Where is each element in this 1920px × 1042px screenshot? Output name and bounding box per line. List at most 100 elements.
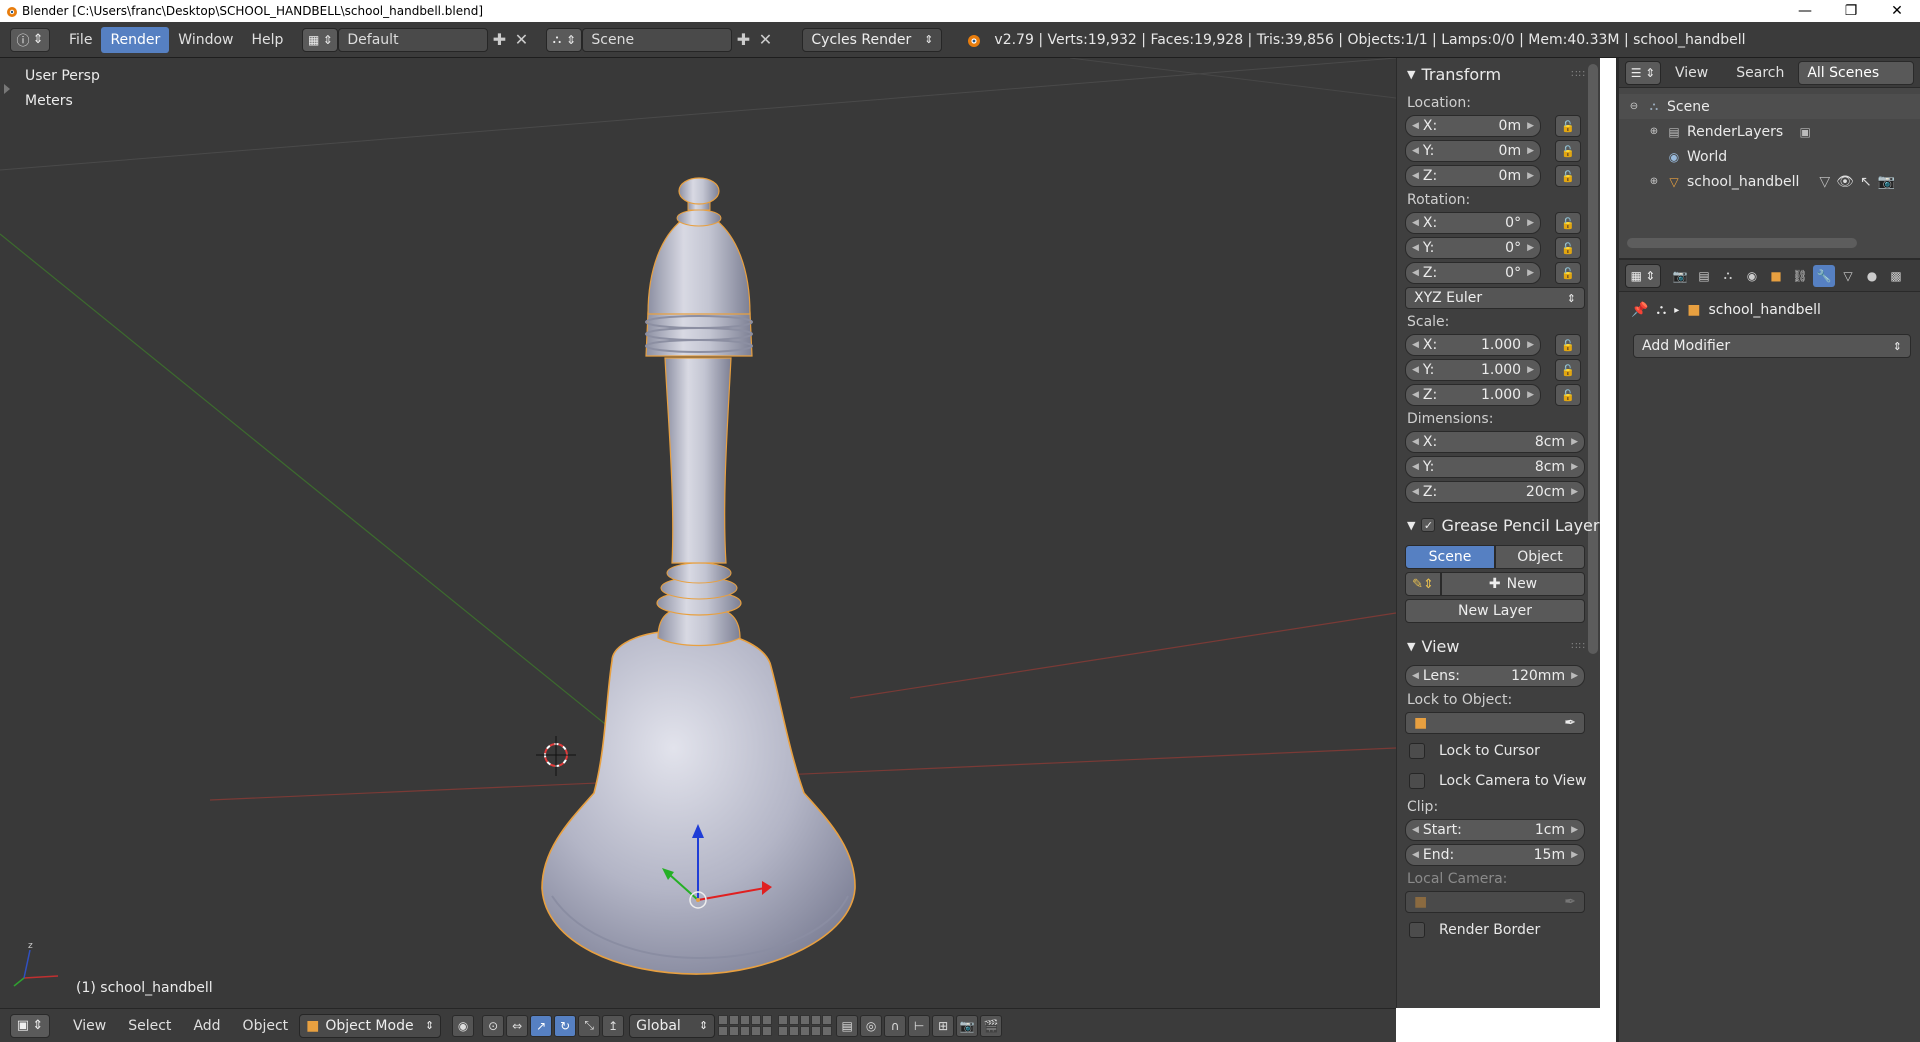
screen-layout-selector[interactable]: ▦ ⇕ xyxy=(302,27,339,52)
translate-manipulator-icon[interactable]: ↗ xyxy=(530,1014,553,1037)
new-grease-pencil-button[interactable]: ✚ New xyxy=(1441,572,1585,596)
menu-object[interactable]: Object xyxy=(232,1018,300,1034)
menu-render[interactable]: Render xyxy=(101,26,170,53)
outliner-search-menu[interactable]: Search xyxy=(1722,65,1798,81)
menu-view[interactable]: View xyxy=(62,1018,117,1034)
selectable-arrow-icon[interactable]: ↖ xyxy=(1860,174,1872,190)
minimize-button[interactable]: — xyxy=(1782,0,1828,22)
lens-field[interactable]: ◀ Lens: 120mm ▶ xyxy=(1405,665,1585,687)
outliner-item-school-handbell[interactable]: ⊕ ▽ school_handbell ▽ 👁 ↖ 📷 xyxy=(1619,169,1920,194)
render-border-row[interactable]: Render Border xyxy=(1397,915,1600,945)
outliner-horizontal-scrollbar[interactable] xyxy=(1627,238,1857,248)
rotation-x-field[interactable]: ◀ X: 0° ▶ xyxy=(1405,212,1541,234)
maximize-button[interactable]: ❐ xyxy=(1828,0,1874,22)
properties-editor-type-selector[interactable]: ▦ ⇕ xyxy=(1625,263,1661,288)
snap-toggle-icon[interactable]: ∩ xyxy=(884,1014,907,1037)
new-layer-button[interactable]: New Layer xyxy=(1405,599,1585,623)
rotate-manipulator-icon[interactable]: ↻ xyxy=(554,1014,577,1037)
transform-panel-header[interactable]: ▼ Transform ∷∷ xyxy=(1397,62,1600,86)
modifiers-tab-icon[interactable]: 🔧 xyxy=(1813,264,1835,287)
screen-layout-field[interactable]: Default xyxy=(338,27,489,52)
layer-buttons[interactable] xyxy=(778,1015,833,1036)
pencil-icon[interactable]: ✎⇕ xyxy=(1405,572,1441,596)
outliner-view-menu[interactable]: View xyxy=(1661,65,1722,81)
manipulator-toggle-icon[interactable]: ⇔ xyxy=(506,1014,529,1037)
add-modifier-dropdown[interactable]: Add Modifier ⇕ xyxy=(1633,334,1911,358)
outliner-display-mode-dropdown[interactable]: All Scenes xyxy=(1798,60,1915,85)
pivot-point-icon[interactable]: ⊙ xyxy=(482,1014,505,1037)
material-tab-icon[interactable]: ● xyxy=(1861,265,1883,287)
viewport-shading-icon[interactable]: ◉ xyxy=(452,1014,475,1037)
scale-y-field[interactable]: ◀ Y: 1.000 ▶ xyxy=(1405,359,1541,381)
lock-camera-checkbox[interactable] xyxy=(1409,773,1425,789)
opengl-animation-icon[interactable]: 🎬 xyxy=(980,1014,1003,1037)
lock-icon[interactable]: 🔓 xyxy=(1555,262,1581,284)
eyedropper-icon[interactable]: ✒ xyxy=(1564,715,1576,731)
data-tab-icon[interactable]: ▽ xyxy=(1837,265,1859,287)
delete-layout-icon[interactable]: ✕ xyxy=(510,29,532,51)
add-layout-icon[interactable]: ✚ xyxy=(488,29,510,51)
expand-icon[interactable]: ⊕ xyxy=(1647,175,1661,189)
scene-tab-icon[interactable]: ⛬ xyxy=(1717,265,1739,287)
3d-cursor-icon[interactable] xyxy=(536,736,576,776)
drag-handle-icon[interactable]: ∷∷ xyxy=(1571,69,1586,80)
lock-to-cursor-row[interactable]: Lock to Cursor xyxy=(1397,736,1600,766)
render-layers-tab-icon[interactable]: ▤ xyxy=(1693,265,1715,287)
lock-object-field[interactable]: ■ ✒ xyxy=(1405,712,1585,734)
collapse-icon[interactable]: ⊖ xyxy=(1627,100,1641,114)
scale-z-field[interactable]: ◀ Z: 1.000 ▶ xyxy=(1405,384,1541,406)
lock-icon[interactable]: 🔓 xyxy=(1555,140,1581,162)
add-scene-icon[interactable]: ✚ xyxy=(732,29,754,51)
3d-viewport[interactable]: z User Persp Meters (1) school_handbell xyxy=(0,58,1396,1008)
snap-element-icon[interactable]: ⊢ xyxy=(908,1014,931,1037)
scene-name-field[interactable]: Scene xyxy=(582,27,733,52)
lock-icon[interactable]: 🔓 xyxy=(1555,334,1581,356)
scene-source-button[interactable]: Scene xyxy=(1405,545,1495,569)
location-y-field[interactable]: ◀ Y: 0m ▶ xyxy=(1405,140,1541,162)
outliner-item-renderlayers[interactable]: ⊕ ▤ RenderLayers ▣ xyxy=(1619,119,1920,144)
info-editor-type-selector[interactable]: ⓘ ⇕ xyxy=(10,27,50,52)
checkbox-checked-icon[interactable]: ✓ xyxy=(1421,518,1436,532)
lock-icon[interactable]: 🔓 xyxy=(1555,237,1581,259)
visibility-eye-icon[interactable]: 👁 xyxy=(1836,174,1854,190)
close-button[interactable]: ✕ xyxy=(1874,0,1920,22)
scale-x-field[interactable]: ◀ X: 1.000 ▶ xyxy=(1405,334,1541,356)
menu-select[interactable]: Select xyxy=(117,1018,182,1034)
lock-icon[interactable]: 🔓 xyxy=(1555,212,1581,234)
3dview-editor-type-selector[interactable]: ▣ ⇕ xyxy=(10,1013,50,1038)
expand-icon[interactable]: ⊕ xyxy=(1647,125,1661,139)
location-x-field[interactable]: ◀ X: 0m ▶ xyxy=(1405,115,1541,137)
rotation-z-field[interactable]: ◀ Z: 0° ▶ xyxy=(1405,262,1541,284)
transform-orientation-dropdown[interactable]: Global ⇕ xyxy=(629,1013,716,1038)
viewport-canvas[interactable]: z xyxy=(0,58,1396,1008)
scale-manipulator-icon[interactable]: ⤡ xyxy=(578,1014,601,1037)
lock-camera-row[interactable]: Lock Camera to View xyxy=(1397,766,1600,796)
outliner-item-world[interactable]: ◉ World xyxy=(1619,144,1920,169)
menu-add[interactable]: Add xyxy=(182,1018,231,1034)
normal-manipulator-icon[interactable]: ↥ xyxy=(602,1014,625,1037)
bell-body[interactable] xyxy=(541,625,856,975)
render-border-checkbox[interactable] xyxy=(1409,922,1425,938)
layer-lock-icon[interactable]: ▤ xyxy=(836,1014,859,1037)
menu-file[interactable]: File xyxy=(60,27,101,53)
constraints-tab-icon[interactable]: ⛓ xyxy=(1789,265,1811,287)
lock-icon[interactable]: 🔓 xyxy=(1555,115,1581,137)
lock-to-cursor-checkbox[interactable] xyxy=(1409,743,1425,759)
layer-buttons[interactable] xyxy=(718,1015,773,1036)
outliner-editor-type-selector[interactable]: ☰ ⇕ xyxy=(1625,60,1661,85)
pin-icon[interactable]: 📌 xyxy=(1631,302,1648,318)
rotation-mode-dropdown[interactable]: XYZ Euler ⇕ xyxy=(1405,287,1585,309)
interaction-mode-dropdown[interactable]: ■ Object Mode ⇕ xyxy=(299,1013,442,1038)
delete-scene-icon[interactable]: ✕ xyxy=(754,29,776,51)
menu-help[interactable]: Help xyxy=(242,27,292,53)
grease-pencil-panel-header[interactable]: ▼ ✓ Grease Pencil Layer xyxy=(1397,513,1600,537)
lock-icon[interactable]: 🔓 xyxy=(1555,359,1581,381)
object-tab-icon[interactable]: ■ xyxy=(1765,265,1787,287)
lock-icon[interactable]: 🔓 xyxy=(1555,384,1581,406)
dimensions-y-field[interactable]: ◀ Y: 8cm ▶ xyxy=(1405,456,1585,478)
texture-tab-icon[interactable]: ▩ xyxy=(1885,265,1907,287)
toolshelf-toggle-icon[interactable] xyxy=(4,84,10,94)
snap-target-icon[interactable]: ⊞ xyxy=(932,1014,955,1037)
view-panel-header[interactable]: ▼ View ∷∷ xyxy=(1397,634,1600,658)
clip-start-field[interactable]: ◀ Start: 1cm ▶ xyxy=(1405,819,1585,841)
